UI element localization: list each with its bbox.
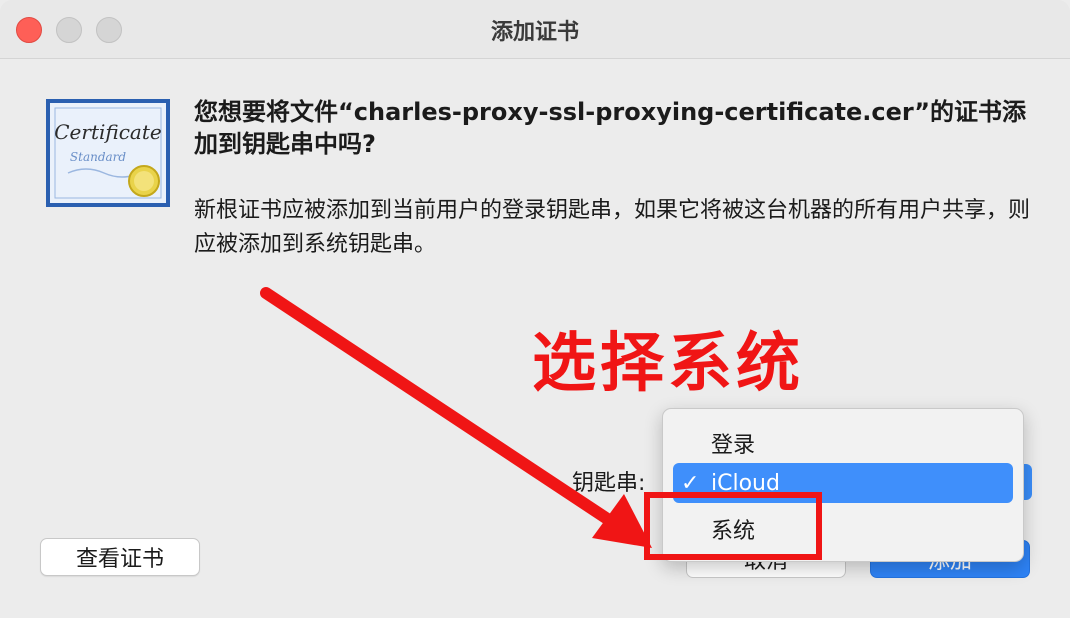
dialog-description: 新根证书应被添加到当前用户的登录钥匙串，如果它将被这台机器的所有用户共享，则应被… [194,198,1031,257]
view-certificate-button[interactable]: 查看证书 [40,538,200,576]
certificate-subtitle-text: Standard [70,150,126,164]
annotation-text: 选择系统 [532,327,804,401]
menu-item-login[interactable]: 登录 [673,423,1013,463]
add-certificate-window: 添加证书 Certificate Standard 您想要将文件“charles… [0,0,1070,618]
dialog-question: 您想要将文件“charles-proxy-ssl-proxying-certif… [194,98,1026,158]
window-title: 添加证书 [490,20,579,45]
menu-item-label: 登录 [711,433,756,458]
certificate-icon: Certificate Standard [46,99,170,207]
title-bar: 添加证书 [0,0,1070,59]
certificate-title-text: Certificate [54,120,161,144]
keychain-label: 钥匙串: [572,471,646,496]
annotation-highlight-box [644,492,822,560]
